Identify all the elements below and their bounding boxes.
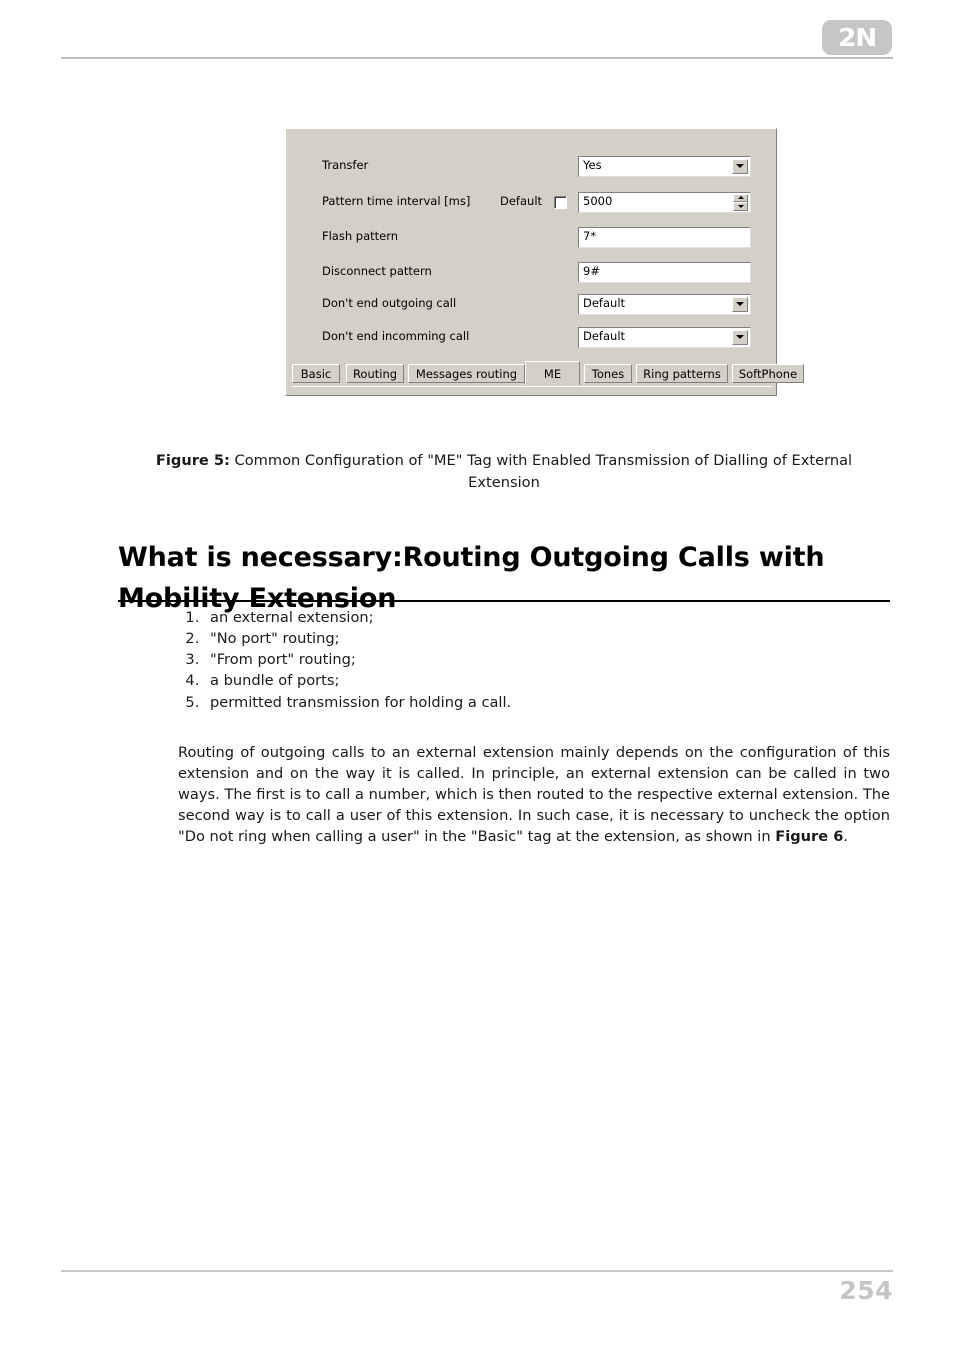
list-item: permitted transmission for holding a cal… <box>204 692 511 713</box>
tab-routing[interactable]: Routing <box>346 364 404 383</box>
tabstrip-divider <box>292 386 772 387</box>
chevron-down-icon[interactable] <box>732 296 748 312</box>
spinner-up-icon[interactable] <box>733 193 748 202</box>
tab-softphone[interactable]: SoftPhone <box>732 364 804 383</box>
spinner-arrows[interactable] <box>733 193 748 211</box>
label-dont-end-outgoing-call: Don't end outgoing call <box>322 296 457 311</box>
figure-caption-text: Common Configuration of "ME" Tag with En… <box>229 452 853 491</box>
dialog-row-disconnect-pattern: Disconnect pattern 9# <box>286 261 776 283</box>
list-item: "From port" routing; <box>204 649 511 670</box>
dialog-row-dont-end-outgoing: Don't end outgoing call Default <box>286 293 776 315</box>
chevron-down-icon[interactable] <box>732 329 748 345</box>
combo-dont-end-incomming-call[interactable]: Default <box>578 326 751 348</box>
dialog-row-transfer: Transfer Yes <box>286 155 776 177</box>
page-number: 254 <box>839 1276 893 1305</box>
tabstrip: Basic Routing Messages routing ME Tones … <box>292 361 804 385</box>
footer-divider <box>61 1270 893 1272</box>
combo-dont-end-incomming-value: Default <box>583 329 626 344</box>
figure-caption-label: Figure 5: <box>155 452 230 469</box>
label-default-checkbox: Default <box>500 194 543 209</box>
brand-logo-text: 2N <box>837 23 877 52</box>
dialog-row-pattern-time-interval: Pattern time interval [ms] Default 5000 <box>286 191 776 213</box>
tab-messages-routing[interactable]: Messages routing <box>408 364 525 383</box>
page-header: 2N <box>0 0 954 60</box>
body-paragraph-part2: . <box>843 828 848 846</box>
label-pattern-time-interval: Pattern time interval [ms] <box>322 194 471 209</box>
figure-6-reference: Figure 6 <box>775 828 844 846</box>
spinner-down-icon[interactable] <box>733 202 748 211</box>
input-disconnect-pattern-value: 9# <box>583 264 600 279</box>
heading-divider <box>118 600 890 602</box>
list-item: a bundle of ports; <box>204 670 511 691</box>
spinner-pattern-time-value: 5000 <box>583 194 613 209</box>
input-flash-pattern-value: 7* <box>583 229 597 244</box>
list-item: "No port" routing; <box>204 628 511 649</box>
requirements-list: an external extension; "No port" routing… <box>178 607 511 713</box>
tab-basic[interactable]: Basic <box>292 364 340 383</box>
combo-dont-end-outgoing-value: Default <box>583 296 626 311</box>
figure-caption: Figure 5: Common Configuration of "ME" T… <box>118 450 890 494</box>
tab-tones[interactable]: Tones <box>584 364 632 383</box>
dialog-row-dont-end-incomming: Don't end incomming call Default <box>286 326 776 348</box>
figure-screenshot: Transfer Yes Pattern time interval [ms] … <box>285 128 804 396</box>
combo-dont-end-outgoing-call[interactable]: Default <box>578 293 751 315</box>
tab-ring-patterns[interactable]: Ring patterns <box>636 364 728 383</box>
header-divider <box>61 57 893 59</box>
list-item: an external extension; <box>204 607 511 628</box>
chevron-down-icon[interactable] <box>732 158 748 174</box>
label-transfer: Transfer <box>322 158 369 173</box>
combo-transfer[interactable]: Yes <box>578 155 751 177</box>
input-flash-pattern[interactable]: 7* <box>578 226 751 248</box>
body-paragraph: Routing of outgoing calls to an external… <box>178 742 890 848</box>
combo-transfer-value: Yes <box>583 158 602 173</box>
dialog-row-flash-pattern: Flash pattern 7* <box>286 226 776 248</box>
label-disconnect-pattern: Disconnect pattern <box>322 264 432 279</box>
config-dialog: Transfer Yes Pattern time interval [ms] … <box>285 128 804 396</box>
checkbox-default-pattern-time[interactable] <box>554 195 567 209</box>
spinner-pattern-time-interval[interactable]: 5000 <box>578 191 751 213</box>
label-dont-end-incomming-call: Don't end incomming call <box>322 329 470 344</box>
tab-me[interactable]: ME <box>525 361 580 385</box>
brand-logo: 2N <box>822 20 892 55</box>
label-flash-pattern: Flash pattern <box>322 229 399 244</box>
input-disconnect-pattern[interactable]: 9# <box>578 261 751 283</box>
